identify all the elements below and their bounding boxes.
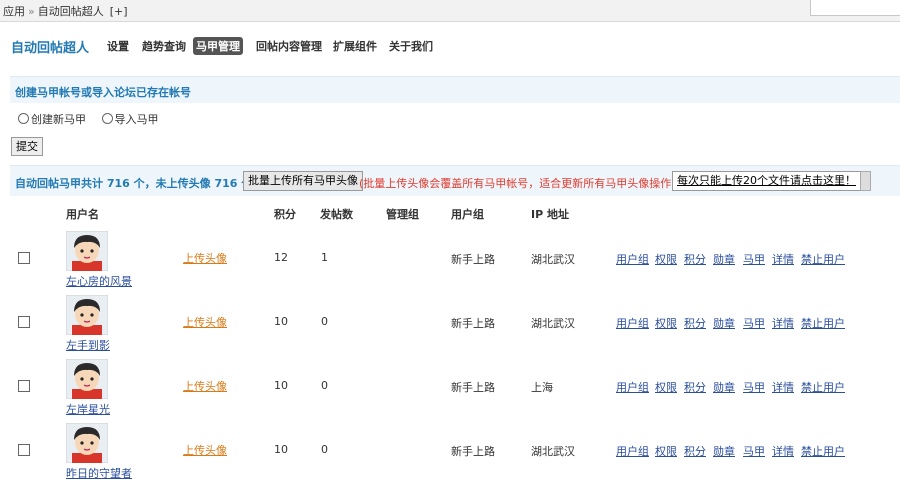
points-link[interactable]: 积分	[684, 251, 706, 267]
create-new-label: 创建新马甲	[31, 113, 86, 126]
row-checkbox[interactable]	[18, 380, 30, 392]
user-group-cell: 新手上路	[451, 381, 495, 394]
header-user-group: 用户组	[451, 208, 484, 221]
header-username: 用户名	[66, 208, 99, 221]
avatar	[65, 294, 109, 336]
create-new-radio[interactable]	[18, 113, 29, 124]
points-cell: 12	[274, 251, 288, 264]
user-group-link[interactable]: 用户组	[616, 315, 649, 331]
nav-about-us[interactable]: 关于我们	[386, 37, 436, 55]
medal-link[interactable]: 勋章	[713, 379, 735, 395]
posts-cell: 0	[321, 379, 328, 392]
username-link[interactable]: 昨日的守望者	[66, 465, 132, 481]
posts-cell: 0	[321, 315, 328, 328]
ip-cell: 湖北武汉	[531, 445, 575, 458]
posts-cell: 1	[321, 251, 328, 264]
user-group-link[interactable]: 用户组	[616, 443, 649, 459]
nav-extensions[interactable]: 扩展组件	[330, 37, 380, 55]
points-link[interactable]: 积分	[684, 443, 706, 459]
upload-avatar-link[interactable]: 上传头像	[183, 250, 227, 266]
points-cell: 10	[274, 443, 288, 456]
username-link[interactable]: 左手到影	[66, 337, 110, 353]
sockpuppet-link[interactable]: 马甲	[743, 379, 765, 395]
details-link[interactable]: 详情	[772, 251, 794, 267]
ip-cell: 湖北武汉	[531, 253, 575, 266]
nav-settings[interactable]: 设置	[104, 37, 132, 55]
import-label: 导入马甲	[114, 113, 159, 126]
user-group-cell: 新手上路	[451, 445, 495, 458]
sockpuppet-link[interactable]: 马甲	[743, 443, 765, 459]
ip-cell: 上海	[531, 381, 553, 394]
stats-text: 自动回帖马甲共计 716 个，未上传头像 716 个	[15, 177, 253, 190]
permission-link[interactable]: 权限	[655, 315, 677, 331]
medal-link[interactable]: 勋章	[713, 315, 735, 331]
stats-bar: 自动回帖马甲共计 716 个，未上传头像 716 个 批量上传所有马甲头像 (批…	[10, 165, 900, 196]
avatar	[65, 230, 109, 272]
username-link[interactable]: 左心房的风景	[66, 273, 132, 289]
row-checkbox[interactable]	[18, 316, 30, 328]
submit-button[interactable]: 提交	[11, 137, 43, 156]
medal-link[interactable]: 勋章	[713, 251, 735, 267]
breadcrumb-separator: »	[28, 5, 35, 18]
import-radio[interactable]	[101, 113, 113, 124]
avatar	[65, 358, 109, 400]
details-link[interactable]: 详情	[772, 315, 794, 331]
bulk-upload-warning: (批量上传头像会覆盖所有马甲帐号，适合更新所有马甲头像操作！)	[359, 177, 687, 190]
nav-sockpuppet-management[interactable]: 马甲管理	[193, 37, 243, 55]
create-options: 创建新马甲 导入马甲	[18, 111, 171, 127]
scroll-handle[interactable]	[860, 171, 871, 191]
upload-limit-button[interactable]: 每次只能上传20个文件请点击这里！	[672, 171, 861, 191]
ban-user-link[interactable]: 禁止用户	[801, 379, 845, 395]
add-shortcut-link[interactable]: [+]	[110, 5, 128, 18]
row-checkbox[interactable]	[18, 252, 30, 264]
user-group-cell: 新手上路	[451, 253, 495, 266]
bulk-upload-button[interactable]: 批量上传所有马甲头像	[243, 171, 363, 191]
permission-link[interactable]: 权限	[655, 443, 677, 459]
ban-user-link[interactable]: 禁止用户	[801, 315, 845, 331]
user-group-link[interactable]: 用户组	[616, 379, 649, 395]
header-posts: 发帖数	[320, 208, 353, 221]
user-group-link[interactable]: 用户组	[616, 251, 649, 267]
breadcrumb-root[interactable]: 应用	[3, 5, 25, 18]
breadcrumb: 应用» 自动回帖超人 [+]	[3, 3, 128, 19]
nav-reply-content[interactable]: 回帖内容管理	[253, 37, 325, 55]
create-section-header: 创建马甲帐号或导入论坛已存在帐号	[10, 76, 900, 103]
permission-link[interactable]: 权限	[655, 379, 677, 395]
medal-link[interactable]: 勋章	[713, 443, 735, 459]
points-cell: 10	[274, 379, 288, 392]
row-checkbox[interactable]	[18, 444, 30, 456]
upload-avatar-link[interactable]: 上传头像	[183, 314, 227, 330]
app-title: 自动回帖超人	[11, 41, 90, 56]
table-row: 左心房的风景 上传头像 12 1 新手上路 湖北武汉 用户组 权限 积分 勋章 马甲 详情 禁止用户	[0, 226, 900, 289]
header-admin-group: 管理组	[386, 208, 419, 221]
sockpuppet-link[interactable]: 马甲	[743, 251, 765, 267]
table-row: 昨日的守望者 上传头像 10 0 新手上路 湖北武汉 用户组 权限 积分 勋章 马甲 详情 禁止用户	[0, 418, 900, 481]
username-link[interactable]: 左岸星光	[66, 401, 110, 417]
nav-trend-query[interactable]: 趋势查询	[139, 37, 189, 55]
points-link[interactable]: 积分	[684, 379, 706, 395]
app-nav: 自动回帖超人 设置 趋势查询 马甲管理 回帖内容管理 扩展组件 关于我们	[0, 28, 900, 58]
posts-cell: 0	[321, 443, 328, 456]
details-link[interactable]: 详情	[772, 443, 794, 459]
ban-user-link[interactable]: 禁止用户	[801, 251, 845, 267]
header-ip: IP 地址	[531, 208, 569, 221]
points-link[interactable]: 积分	[684, 315, 706, 331]
ip-cell: 湖北武汉	[531, 317, 575, 330]
breadcrumb-current: 自动回帖超人	[37, 5, 104, 18]
table-row: 左手到影 上传头像 10 0 新手上路 湖北武汉 用户组 权限 积分 勋章 马甲 详情 禁止用户	[0, 290, 900, 353]
header-points: 积分	[274, 208, 296, 221]
top-search-input[interactable]	[810, 0, 900, 16]
create-section-title: 创建马甲帐号或导入论坛已存在帐号	[15, 86, 191, 99]
ban-user-link[interactable]: 禁止用户	[801, 443, 845, 459]
top-bar: 应用» 自动回帖超人 [+]	[0, 0, 900, 22]
avatar	[65, 422, 109, 464]
upload-avatar-link[interactable]: 上传头像	[183, 442, 227, 458]
points-cell: 10	[274, 315, 288, 328]
table-row: 左岸星光 上传头像 10 0 新手上路 上海 用户组 权限 积分 勋章 马甲 详情 禁止用户	[0, 354, 900, 417]
upload-avatar-link[interactable]: 上传头像	[183, 378, 227, 394]
details-link[interactable]: 详情	[772, 379, 794, 395]
user-group-cell: 新手上路	[451, 317, 495, 330]
sockpuppet-link[interactable]: 马甲	[743, 315, 765, 331]
permission-link[interactable]: 权限	[655, 251, 677, 267]
